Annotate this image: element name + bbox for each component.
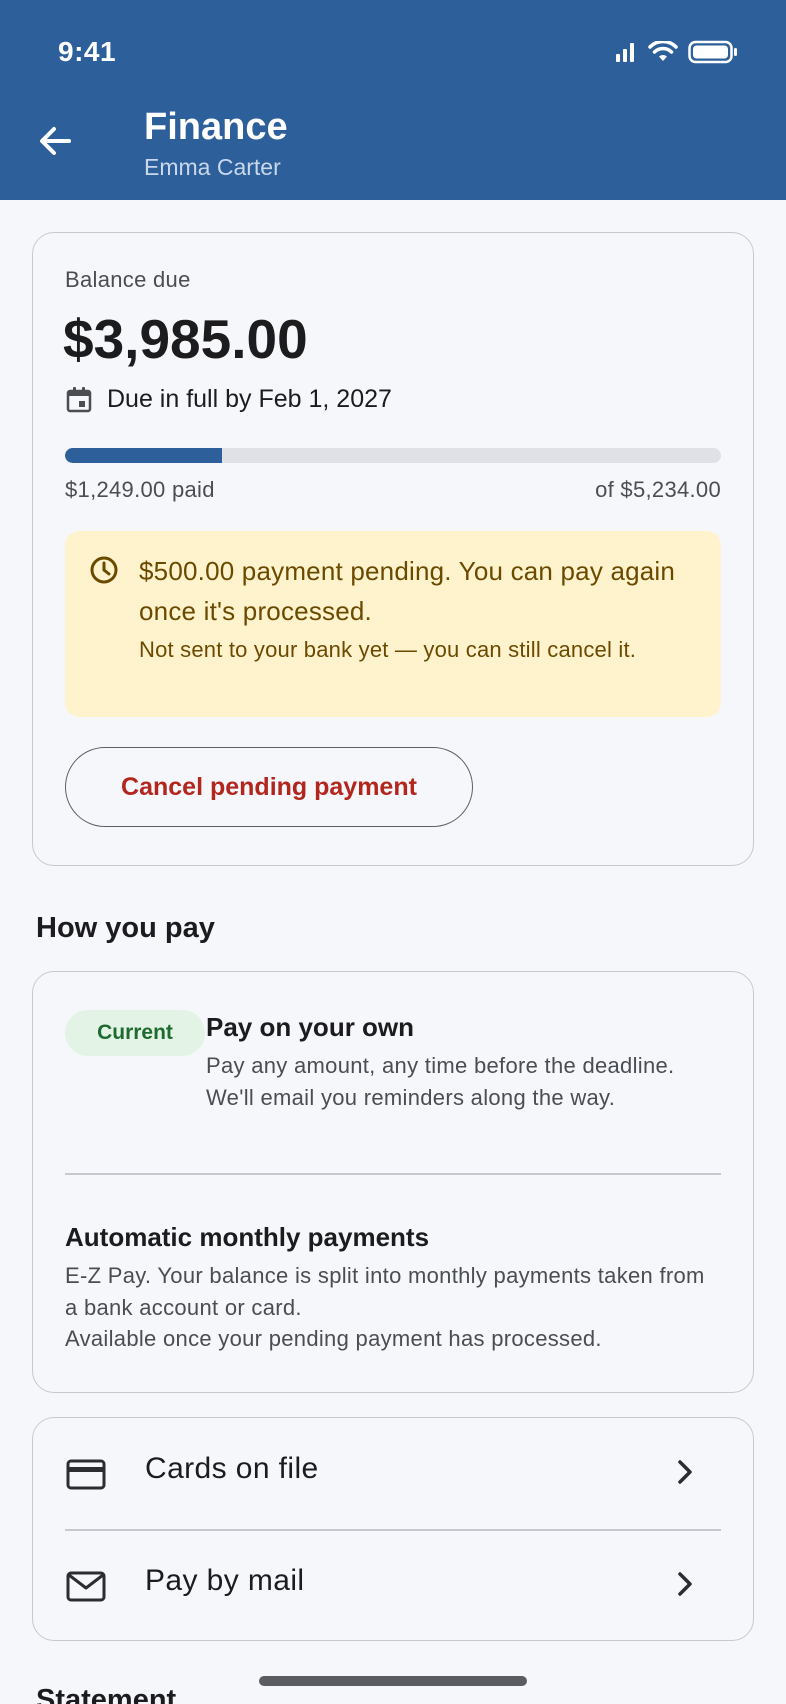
app-header: 9:41 Finance Emma Carter — [0, 0, 786, 200]
auto-pay-description: E-Z Pay. Your balance is split into mont… — [65, 1263, 705, 1320]
clock-icon — [90, 556, 118, 584]
payment-progress-bar — [65, 448, 721, 463]
chevron-right-icon — [678, 1572, 692, 1596]
credit-card-icon — [66, 1459, 106, 1490]
pay-by-mail-label: Pay by mail — [145, 1564, 305, 1597]
status-bar: 9:41 — [0, 0, 786, 110]
cards-on-file-row[interactable]: Cards on file — [33, 1418, 753, 1530]
balance-amount: $3,985.00 — [63, 308, 308, 370]
due-date-row: Due in full by Feb 1, 2027 — [65, 385, 392, 414]
statement-heading: Statement — [36, 1684, 177, 1704]
payment-links-card: Cards on file Pay by mail — [32, 1417, 754, 1641]
due-date-text: Due in full by Feb 1, 2027 — [107, 385, 392, 413]
signal-icon — [616, 43, 634, 62]
status-icons — [614, 40, 738, 64]
pending-payment-banner: $500.00 payment pending. You can pay aga… — [65, 531, 721, 717]
wifi-icon — [648, 41, 678, 61]
page-subtitle: Emma Carter — [144, 154, 281, 180]
back-button[interactable] — [30, 116, 80, 166]
battery-icon — [688, 40, 737, 64]
pending-detail: Not sent to your bank yet — you can stil… — [139, 637, 637, 662]
balance-label: Balance due — [65, 267, 191, 292]
pay-on-own-description: Pay any amount, any time before the dead… — [206, 1053, 675, 1110]
balance-card: Balance due $3,985.00 Due in full by Feb… — [32, 232, 754, 866]
auto-pay-availability-note: Available once your pending payment has … — [65, 1326, 602, 1351]
current-badge: Current — [65, 1010, 205, 1056]
calendar-icon — [66, 386, 92, 412]
paid-amount: $1,249.00 paid — [65, 477, 215, 502]
status-time: 9:41 — [58, 36, 117, 67]
finance-screen: 9:41 Finance Emma Carter Balance due $3,… — [0, 0, 786, 1704]
chevron-right-icon — [678, 1460, 692, 1484]
pending-message: $500.00 payment pending. You can pay aga… — [139, 556, 676, 626]
cards-on-file-label: Cards on file — [145, 1452, 319, 1485]
cancel-pending-payment-button[interactable]: Cancel pending payment — [65, 747, 473, 827]
payment-progress-fill — [65, 448, 222, 463]
mail-icon — [66, 1571, 106, 1602]
total-amount: of $5,234.00 — [595, 477, 721, 502]
pay-by-mail-row[interactable]: Pay by mail — [33, 1530, 753, 1642]
auto-pay-title: Automatic monthly payments — [65, 1222, 430, 1252]
home-indicator[interactable] — [259, 1676, 527, 1686]
payment-method-card: Current Pay on your own Pay any amount, … — [32, 971, 754, 1393]
page-title: Finance — [144, 106, 288, 148]
how-you-pay-heading: How you pay — [36, 912, 215, 944]
divider — [65, 1173, 721, 1175]
arrow-left-icon — [40, 127, 71, 155]
pay-on-own-title: Pay on your own — [206, 1012, 415, 1042]
